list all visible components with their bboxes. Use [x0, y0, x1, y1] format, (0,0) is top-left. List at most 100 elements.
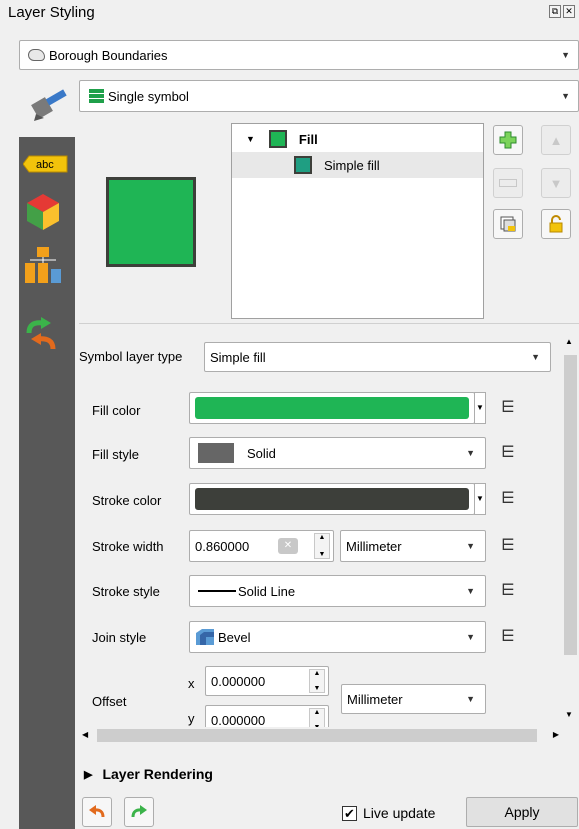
- fill-style-label: Fill style: [92, 447, 139, 462]
- tree-item-label: Fill: [298, 131, 318, 147]
- join-style-select[interactable]: Bevel ▼: [189, 621, 486, 653]
- fill-swatch: [268, 130, 287, 148]
- offset-x-input[interactable]: 0.000000 ▲ ▼: [205, 666, 329, 696]
- offset-x-spinner[interactable]: ▲ ▼: [309, 669, 325, 693]
- stroke-width-unit-value: Millimeter: [346, 538, 402, 554]
- scroll-up-icon[interactable]: ▲: [565, 337, 573, 346]
- close-icon[interactable]: ✕: [563, 5, 575, 18]
- scroll-down-icon[interactable]: ▼: [565, 710, 573, 719]
- remove-symbol-layer-button[interactable]: [493, 168, 523, 198]
- line-style-icon: [198, 590, 236, 592]
- renderer-select[interactable]: Single symbol ▼: [79, 80, 579, 112]
- chevron-down-icon: ▼: [466, 541, 475, 551]
- stroke-width-spinner[interactable]: ▲ ▼: [314, 533, 330, 559]
- offset-unit-value: Millimeter: [347, 691, 403, 707]
- polygon-icon: [28, 49, 45, 61]
- lock-icon: [549, 215, 563, 233]
- symbol-layer-type-select[interactable]: Simple fill ▼: [204, 342, 551, 372]
- undo-icon: [89, 805, 105, 818]
- symbol-layer-properties: Symbol layer type Simple fill ▼ Fill col…: [79, 325, 562, 739]
- plus-icon: [499, 131, 517, 149]
- bevel-join-icon: [196, 629, 214, 645]
- duplicate-icon: [500, 216, 516, 232]
- renderer-type: Single symbol: [108, 88, 189, 104]
- stroke-color-label: Stroke color: [92, 493, 162, 508]
- 3d-icon[interactable]: [23, 192, 63, 232]
- data-defined-override-icon[interactable]: ⋿: [501, 396, 525, 420]
- data-defined-override-icon[interactable]: ⋿: [501, 441, 525, 465]
- stroke-width-label: Stroke width: [92, 539, 164, 554]
- layer-rendering-label: Layer Rendering: [102, 766, 213, 782]
- offset-y-label: y: [188, 711, 195, 726]
- stroke-width-unit-select[interactable]: Millimeter ▼: [340, 530, 486, 562]
- undo-button[interactable]: [82, 797, 112, 827]
- join-style-label: Join style: [92, 630, 147, 645]
- svg-text:abc: abc: [36, 159, 54, 171]
- fill-style-value: Solid: [247, 445, 276, 461]
- history-icon[interactable]: [23, 317, 63, 353]
- horizontal-scrollbar[interactable]: ◀ ▶: [79, 727, 562, 744]
- triangle-up-icon: ▲: [549, 132, 563, 148]
- data-defined-override-icon[interactable]: ⋿: [501, 579, 525, 603]
- data-defined-override-icon[interactable]: ⋿: [501, 534, 525, 558]
- redo-icon: [131, 805, 147, 818]
- chevron-down-icon: ▼: [531, 352, 540, 362]
- live-update-toggle[interactable]: ✔ Live update: [342, 805, 435, 821]
- chevron-down-icon: ▼: [561, 91, 570, 101]
- duplicate-symbol-layer-button[interactable]: [493, 209, 523, 239]
- layer-select[interactable]: Borough Boundaries ▼: [19, 40, 579, 70]
- move-down-button[interactable]: ▼: [541, 168, 571, 198]
- float-icon[interactable]: ⧉: [549, 5, 561, 18]
- symbol-layer-tree[interactable]: ▼ Fill Simple fill: [231, 123, 484, 319]
- style-tabs-sidebar: abc: [19, 137, 75, 829]
- fill-color-menu-button[interactable]: ▼: [474, 392, 486, 424]
- scrollbar-thumb[interactable]: [97, 729, 537, 742]
- layer-rendering-section[interactable]: ▶ Layer Rendering: [84, 766, 213, 782]
- add-symbol-layer-button[interactable]: [493, 125, 523, 155]
- minus-icon: [499, 179, 517, 187]
- live-update-checkbox[interactable]: ✔: [342, 805, 357, 821]
- panel-title: Layer Styling: [8, 4, 95, 21]
- offset-label: Offset: [92, 694, 127, 709]
- scrollbar-thumb[interactable]: [564, 355, 577, 655]
- redo-button[interactable]: [124, 797, 154, 827]
- stroke-color-swatch: [195, 488, 469, 510]
- tree-item-simple-fill[interactable]: Simple fill: [232, 152, 483, 178]
- fill-style-swatch: [198, 443, 234, 463]
- divider: [79, 323, 579, 324]
- simple-fill-swatch: [294, 156, 312, 174]
- single-symbol-icon: [89, 89, 104, 103]
- lock-button[interactable]: [541, 209, 571, 239]
- stroke-style-value: Solid Line: [238, 583, 296, 599]
- expand-arrow-icon[interactable]: ▶: [84, 768, 92, 781]
- paintbrush-icon[interactable]: [30, 86, 72, 122]
- fill-color-button[interactable]: [189, 392, 475, 424]
- offset-unit-select[interactable]: Millimeter ▼: [341, 684, 486, 714]
- scroll-right-icon[interactable]: ▶: [553, 730, 559, 739]
- chevron-down-icon: ▼: [466, 694, 475, 704]
- symbol-layer-type-label: Symbol layer type: [79, 349, 183, 364]
- stroke-style-select[interactable]: Solid Line ▼: [189, 575, 486, 607]
- labels-icon[interactable]: abc: [22, 154, 69, 174]
- tree-item-label: Simple fill: [324, 157, 380, 173]
- stroke-width-input[interactable]: 0.860000 ✕ ▲ ▼: [189, 530, 334, 562]
- tree-item-fill[interactable]: ▼ Fill: [232, 126, 483, 152]
- scroll-left-icon[interactable]: ◀: [82, 730, 88, 739]
- symbol-preview: [106, 177, 196, 267]
- data-defined-override-icon[interactable]: ⋿: [501, 625, 525, 649]
- move-up-button[interactable]: ▲: [541, 125, 571, 155]
- stroke-width-value: 0.860000: [195, 538, 250, 554]
- data-defined-override-icon[interactable]: ⋿: [501, 487, 525, 511]
- layer-name: Borough Boundaries: [49, 47, 168, 63]
- chevron-down-icon: ▼: [466, 448, 475, 458]
- vertical-scrollbar[interactable]: ▲ ▼: [562, 335, 579, 739]
- stroke-style-label: Stroke style: [92, 584, 160, 599]
- stroke-color-menu-button[interactable]: ▼: [474, 483, 486, 515]
- fill-style-select[interactable]: Solid ▼: [189, 437, 486, 469]
- stroke-color-button[interactable]: [189, 483, 475, 515]
- join-style-value: Bevel: [218, 629, 251, 645]
- apply-button[interactable]: Apply: [466, 797, 578, 827]
- clear-icon[interactable]: ✕: [278, 538, 298, 554]
- diagrams-icon[interactable]: [23, 245, 63, 285]
- chevron-down-icon[interactable]: ▼: [246, 134, 255, 144]
